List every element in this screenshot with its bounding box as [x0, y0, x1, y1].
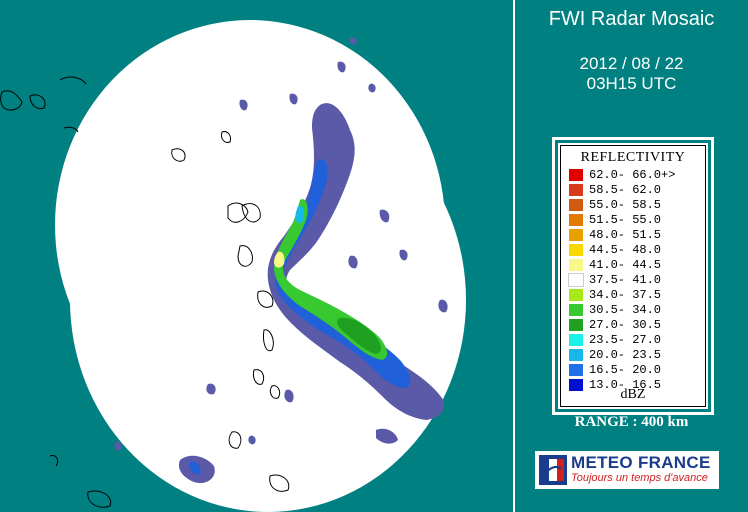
legend-row: 62.0- 66.0+>	[569, 168, 675, 182]
legend-row: 51.5- 55.0	[569, 213, 661, 227]
legend-swatch	[569, 334, 583, 346]
legend-swatch	[569, 244, 583, 256]
legend-label: 55.0- 58.5	[589, 198, 662, 212]
legend-swatch	[569, 259, 583, 271]
legend-row: 20.0- 23.5	[569, 348, 661, 362]
reflectivity-legend: REFLECTIVITY 62.0- 66.0+> 58.5- 62.0 55.0-…	[555, 140, 711, 412]
legend-swatch	[569, 349, 583, 361]
radar-map	[0, 0, 512, 512]
legend-label: 51.5- 55.0	[589, 213, 662, 227]
legend-swatch	[569, 304, 583, 316]
legend-label: 20.0- 23.5	[589, 348, 662, 362]
legend-row: 44.5- 48.0	[569, 243, 661, 257]
legend-label: 23.5- 27.0	[589, 333, 662, 347]
legend-row: 37.5- 41.0	[568, 273, 662, 287]
legend-swatch	[569, 229, 583, 241]
legend-swatch	[569, 364, 583, 376]
logo-name: METEO FRANCE	[571, 453, 711, 472]
legend-label: 58.5- 62.0	[589, 183, 662, 197]
legend-swatch	[569, 214, 583, 226]
legend-row: 34.0- 37.5	[569, 288, 661, 302]
legend-swatch	[569, 289, 583, 301]
legend-row: 48.0- 51.5	[569, 228, 661, 242]
legend-row: 41.0- 44.5	[569, 258, 661, 272]
legend-title: REFLECTIVITY	[580, 150, 686, 165]
legend-label: 44.5- 48.0	[589, 243, 662, 257]
legend-swatch	[569, 199, 583, 211]
legend-label: 30.5- 34.0	[589, 303, 662, 317]
meteo-france-emblem-icon	[539, 455, 567, 485]
meteo-france-logo: METEO FRANCE Toujours un temps d'avance	[535, 451, 719, 489]
legend-row: 16.5- 20.0	[569, 363, 661, 377]
legend-row: 27.0- 30.5	[569, 318, 661, 332]
legend-swatch	[569, 184, 583, 196]
info-panel: FWI Radar Mosaic 2012 / 08 / 22 03H15 UT…	[515, 0, 748, 512]
map-title: FWI Radar Mosaic	[548, 8, 715, 30]
legend-swatch	[569, 169, 583, 181]
range-label: RANGE : 400 km	[574, 414, 689, 430]
legend-label: 37.5- 41.0	[589, 273, 662, 287]
legend-label: 27.0- 30.5	[589, 318, 662, 332]
logo-slogan: Toujours un temps d'avance	[571, 472, 708, 484]
legend-row: 30.5- 34.0	[569, 303, 661, 317]
legend-unit: dBZ	[620, 387, 646, 402]
legend-label: 41.0- 44.5	[589, 258, 662, 272]
legend-label: 16.5- 20.0	[589, 363, 662, 377]
legend-label: 62.0- 66.0+>	[589, 168, 676, 182]
legend-row: 23.5- 27.0	[569, 333, 661, 347]
legend-label: 48.0- 51.5	[589, 228, 662, 242]
map-time: 03H15 UTC	[586, 74, 677, 93]
legend-row: 55.0- 58.5	[569, 198, 661, 212]
legend-label: 34.0- 37.5	[589, 288, 662, 302]
legend-swatch	[569, 319, 583, 331]
legend-swatch	[568, 273, 584, 287]
map-date: 2012 / 08 / 22	[579, 54, 684, 73]
legend-row: 58.5- 62.0	[569, 183, 661, 197]
